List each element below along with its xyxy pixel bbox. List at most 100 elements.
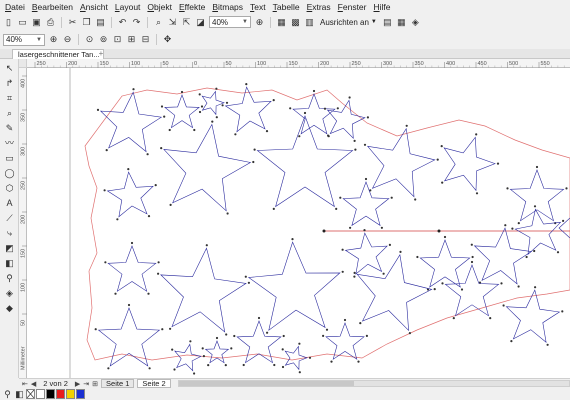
color-swatch[interactable] (46, 389, 55, 399)
drawing-canvas[interactable] (27, 68, 570, 378)
open-folder-icon[interactable]: ▭ (17, 17, 28, 28)
rectangle-tool-icon[interactable]: ▭ (4, 153, 15, 164)
zoom-width-icon[interactable]: ⊞ (126, 34, 137, 45)
page-tab-seite-2[interactable]: Seite 2 (137, 379, 171, 388)
prev-page-icon[interactable]: ◀ (31, 380, 36, 388)
cut-node (215, 116, 218, 119)
snap-to-dropdown[interactable]: Ausrichten an ▼ (318, 16, 379, 28)
menu-objekt[interactable]: Objekt (147, 2, 172, 12)
last-page-icon[interactable]: ⇥ (83, 380, 89, 388)
add-tab-icon[interactable]: + (96, 49, 106, 59)
freehand-tool-icon[interactable]: ✎ (4, 123, 15, 134)
artistic-media-icon[interactable]: 〰 (4, 138, 15, 149)
cut-node (562, 219, 565, 222)
menu-ansicht[interactable]: Ansicht (80, 2, 108, 12)
horizontal-scrollbar[interactable] (177, 380, 570, 387)
cut-node (556, 251, 560, 254)
search-icon[interactable]: ⌕ (153, 17, 164, 28)
crop-tool-icon[interactable]: ⌗ (4, 93, 15, 104)
pick-tool-icon[interactable]: ↖ (4, 63, 15, 74)
paste-icon[interactable]: ▤ (95, 17, 106, 28)
shape-tool-icon[interactable]: ↱ (4, 78, 15, 89)
menu-tabelle[interactable]: Tabelle (273, 2, 300, 12)
export-icon[interactable]: ⇱ (181, 17, 192, 28)
cut-node (247, 281, 250, 284)
fill-icon[interactable]: ◧ (14, 389, 25, 400)
cut-node (390, 196, 393, 199)
full-screen-icon[interactable]: ⊕ (254, 17, 265, 28)
import-icon[interactable]: ⇲ (167, 17, 178, 28)
menu-extras[interactable]: Extras (307, 2, 331, 12)
show-grid-icon[interactable]: ▩ (290, 17, 301, 28)
zoom-in-icon[interactable]: ⊕ (48, 34, 59, 45)
print-icon[interactable]: ⎙ (45, 17, 56, 28)
zoom-dropdown[interactable]: 40% ▼ (3, 33, 45, 46)
ruler-origin[interactable] (19, 59, 27, 68)
vertical-ruler[interactable]: 400 350 300 250 200 150 100 50 Millimeter (19, 68, 27, 378)
menu-fenster[interactable]: Fenster (338, 2, 367, 12)
eyedropper-icon[interactable]: ⚲ (4, 273, 15, 284)
shadow-tool-icon[interactable]: ◩ (4, 243, 15, 254)
save-icon[interactable]: ▣ (31, 17, 42, 28)
redo-icon[interactable]: ↷ (131, 17, 142, 28)
polygon-tool-icon[interactable]: ⬡ (4, 183, 15, 194)
copy-icon[interactable]: ❐ (81, 17, 92, 28)
menu-datei[interactable]: Datei (5, 2, 25, 12)
launcher-icon[interactable]: ▦ (396, 17, 407, 28)
menu-bearbeiten[interactable]: Bearbeiten (32, 2, 73, 12)
show-rulers-icon[interactable]: ▦ (276, 17, 287, 28)
cut-icon[interactable]: ✂ (67, 17, 78, 28)
page-tab-seite-1[interactable]: Seite 1 (101, 379, 135, 388)
zoom-level-dropdown[interactable]: 40% ▼ (209, 16, 251, 28)
zoom-selected-icon[interactable]: ⊙ (84, 34, 95, 45)
standard-toolbar: ▯ ▭ ▣ ⎙ ✂ ❐ ▤ ↶ ↷ ⌕ ⇲ ⇱ ◪ 40% ▼ ⊕ ▦ ▩ ▥ A… (0, 14, 570, 30)
vertical-ruler-scale: 400 350 300 250 200 150 100 50 Millimeter (21, 75, 27, 370)
scrollbar-thumb[interactable] (178, 381, 355, 386)
menu-layout[interactable]: Layout (115, 2, 141, 12)
cut-node (561, 310, 564, 313)
chevron-down-icon: ▼ (36, 36, 42, 43)
horizontal-ruler[interactable]: 250 200 150 100 50 0 50 100 150 200 250 300 350 400 45… (27, 59, 570, 68)
menu-hilfe[interactable]: Hilfe (373, 2, 390, 12)
next-page-icon[interactable]: ▶ (75, 380, 80, 388)
color-swatch[interactable] (56, 389, 65, 399)
zoom-height-icon[interactable]: ⊟ (140, 34, 151, 45)
cut-node (441, 181, 444, 184)
ruler-label: 200 (21, 215, 27, 224)
new-document-icon[interactable]: ▯ (3, 17, 14, 28)
cut-node (130, 241, 134, 245)
eyedropper-icon[interactable]: ⚲ (2, 389, 13, 400)
zoom-tool-icon[interactable]: ⌕ (4, 108, 15, 119)
menu-effekte[interactable]: Effekte (179, 2, 205, 12)
star-shape (325, 322, 365, 360)
no-color-icon (27, 390, 34, 398)
application-launcher-icon[interactable]: ◈ (410, 17, 421, 28)
document-tab[interactable]: lasergeschnittener Tan... (12, 49, 104, 59)
menu-text[interactable]: Text (250, 2, 266, 12)
text-tool-icon[interactable]: A (4, 198, 15, 209)
color-swatch[interactable] (66, 389, 75, 399)
add-page-icon[interactable]: ⊞ (92, 380, 98, 388)
first-page-icon[interactable]: ⇤ (22, 380, 28, 388)
ruler-label: 350 (21, 113, 27, 122)
menu-bitmaps[interactable]: Bitmaps (212, 2, 243, 12)
undo-icon[interactable]: ↶ (117, 17, 128, 28)
interactive-fill-icon[interactable]: ◈ (4, 288, 15, 299)
publish-pdf-icon[interactable]: ◪ (195, 17, 206, 28)
snap-icon[interactable]: ▥ (304, 17, 315, 28)
no-color-swatch[interactable] (26, 389, 35, 399)
cut-node (242, 363, 245, 367)
zoom-out-icon[interactable]: ⊖ (62, 34, 73, 45)
pan-icon[interactable]: ✥ (162, 34, 173, 45)
zoom-all-icon[interactable]: ⊚ (98, 34, 109, 45)
color-swatch[interactable] (36, 389, 45, 399)
options-icon[interactable]: ▤ (382, 17, 393, 28)
parallel-dimension-icon[interactable]: ⟋ (4, 213, 15, 224)
connector-tool-icon[interactable]: ⤷ (4, 228, 15, 239)
ellipse-tool-icon[interactable]: ◯ (4, 168, 15, 179)
zoom-page-icon[interactable]: ⊡ (112, 34, 123, 45)
smart-fill-icon[interactable]: ◆ (4, 303, 15, 314)
color-swatch[interactable] (76, 389, 85, 399)
transparency-tool-icon[interactable]: ◧ (4, 258, 15, 269)
cut-node (535, 165, 539, 169)
